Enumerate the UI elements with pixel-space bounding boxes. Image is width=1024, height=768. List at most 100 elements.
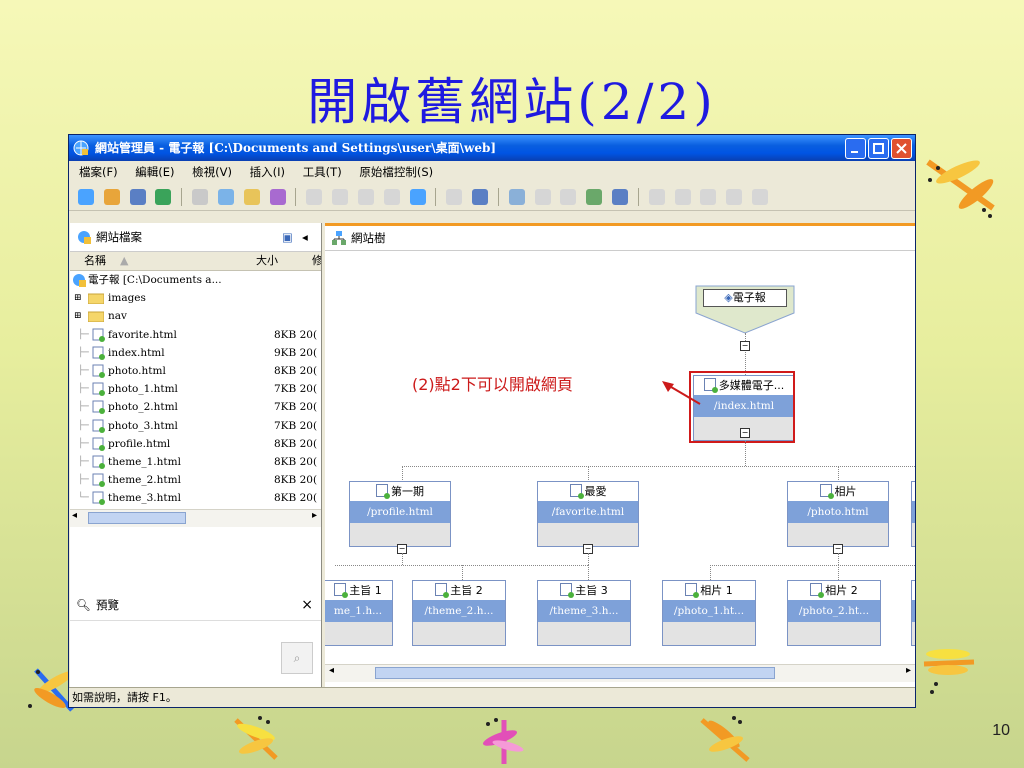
node-partial[interactable] (911, 580, 915, 646)
new-site-icon[interactable] (78, 189, 94, 205)
tree-view-icon[interactable] (534, 189, 551, 205)
file-size: 9KB 20( (274, 346, 318, 359)
expand-plus-icon[interactable]: ⊞ (74, 307, 82, 325)
find-icon[interactable] (446, 189, 463, 205)
menu-tools[interactable]: 工具(T) (303, 165, 342, 179)
list-item-file[interactable]: ├─ theme_2.html 8KB 20( (70, 471, 321, 489)
collapse-pane-icon[interactable]: ◂ (302, 223, 308, 251)
scroll-thumb[interactable] (88, 512, 186, 524)
list-item-file[interactable]: ├─ photo_3.html 7KB 20( (70, 417, 321, 435)
menu-view[interactable]: 檢視(V) (192, 165, 232, 179)
stop-icon[interactable] (332, 189, 349, 205)
menu-file[interactable]: 檔案(F) (79, 165, 118, 179)
html-file-icon (92, 382, 105, 397)
node-partial[interactable] (911, 481, 915, 547)
scroll-left-icon[interactable]: ◂ (329, 665, 334, 676)
hierarchy-icon[interactable] (586, 189, 603, 205)
tree-line: ├─ (78, 402, 89, 413)
publish-icon[interactable] (155, 189, 172, 205)
refresh-icon[interactable] (409, 189, 426, 205)
node-photo-1[interactable]: 相片 1 /photo_1.ht... (662, 580, 756, 646)
file-size: 8KB 20( (274, 455, 318, 468)
list-item-file[interactable]: └─ theme_3.html 8KB 20( (70, 489, 321, 507)
site-files-icon (78, 231, 91, 244)
sync-icon[interactable] (383, 189, 400, 205)
node-theme-2[interactable]: 主旨 2 /theme_2.h... (412, 580, 506, 646)
node-photo-2[interactable]: 相片 2 /photo_2.ht... (787, 580, 881, 646)
new-file-icon[interactable] (192, 189, 209, 205)
expand-icon[interactable] (560, 189, 577, 205)
column-size[interactable]: 大小 (256, 252, 278, 270)
column-modified[interactable]: 修 (312, 252, 321, 270)
list-item-folder[interactable]: ⊞ images (70, 289, 321, 307)
file-size: 7KB 20( (274, 401, 318, 414)
scroll-right-icon[interactable]: ▸ (312, 510, 317, 521)
new-folder-icon[interactable] (243, 189, 260, 205)
list-item-file[interactable]: ├─ photo_1.html 7KB 20( (70, 380, 321, 398)
put-icon[interactable] (726, 189, 743, 205)
root-node[interactable]: ◈電子報 (695, 285, 795, 334)
wizard-icon[interactable] (269, 189, 286, 205)
node-url: /photo_2.ht... (788, 600, 880, 622)
site-tree-title: 網站樹 (351, 231, 386, 245)
monitor-icon[interactable] (472, 189, 489, 205)
node-theme-1[interactable]: 主旨 1 me_1.h... (325, 580, 393, 646)
check-in-icon[interactable] (648, 189, 665, 205)
save-icon[interactable] (129, 189, 146, 205)
toolbar-separator (181, 188, 183, 206)
tree-line: ├─ (78, 384, 89, 395)
list-item-root[interactable]: 電子報 [C:\Documents a... (70, 271, 321, 289)
compare-icon[interactable] (752, 189, 769, 205)
reload-icon[interactable] (357, 189, 374, 205)
preview-close-button[interactable]: × (301, 590, 313, 620)
new-page-icon[interactable] (217, 189, 234, 205)
site-tree-header: 網站樹 (325, 223, 915, 251)
left-horizontal-scrollbar[interactable]: ◂ ▸ (70, 509, 321, 527)
list-item-file[interactable]: ├─ photo.html 8KB 20( (70, 362, 321, 380)
list-item-file[interactable]: ├─ favorite.html 8KB 20( (70, 326, 321, 344)
html-file-icon (92, 473, 105, 488)
tree-connector (838, 466, 839, 480)
site-map-icon[interactable] (508, 189, 525, 205)
right-horizontal-scrollbar[interactable]: ◂ ▸ (325, 664, 915, 682)
node-profile[interactable]: 第一期 /profile.html (349, 481, 451, 547)
window-titlebar[interactable]: 網站管理員 - 電子報 [C:\Documents and Settings\u… (69, 135, 915, 161)
expand-plus-icon[interactable]: ⊞ (74, 289, 82, 307)
open-site-icon[interactable] (103, 189, 120, 205)
dragonfly-icon (923, 649, 975, 694)
get-icon[interactable] (700, 189, 717, 205)
minimize-button[interactable] (845, 138, 866, 159)
node-photo[interactable]: 相片 /photo.html (787, 481, 889, 547)
check-out-icon[interactable] (674, 189, 691, 205)
annotation-text: (2)點2下可以開啟網頁 (412, 375, 573, 394)
scroll-left-icon[interactable]: ◂ (72, 510, 77, 521)
node-favorite[interactable]: 最愛 /favorite.html (537, 481, 639, 547)
columns-icon[interactable] (612, 189, 629, 205)
collapse-toggle-icon[interactable]: − (740, 428, 750, 438)
html-file-icon (92, 455, 105, 469)
maximize-button[interactable] (868, 138, 889, 159)
menu-insert[interactable]: 插入(I) (250, 165, 285, 179)
page-icon (810, 583, 825, 598)
preview-zoom-icon[interactable]: ⌕ (281, 642, 313, 674)
list-item-folder[interactable]: ⊞ nav (70, 307, 321, 325)
list-item-file[interactable]: ├─ theme_1.html 8KB 20( (70, 453, 321, 471)
menu-edit[interactable]: 編輯(E) (135, 165, 174, 179)
scroll-right-icon[interactable]: ▸ (906, 665, 911, 676)
menu-source-control[interactable]: 原始檔控制(S) (359, 165, 433, 179)
collapse-toggle-icon[interactable]: − (740, 341, 750, 351)
column-name[interactable]: 名稱 (84, 252, 106, 270)
scroll-thumb[interactable] (375, 667, 775, 679)
close-button[interactable] (891, 138, 912, 159)
html-file-icon (92, 437, 105, 451)
list-item-file[interactable]: ├─ index.html 9KB 20( (70, 344, 321, 362)
node-url: /profile.html (350, 501, 450, 523)
pane-options-icon[interactable]: ▣ (282, 223, 293, 251)
node-theme-3[interactable]: 主旨 3 /theme_3.h... (537, 580, 631, 646)
list-item-file[interactable]: ├─ photo_2.html 7KB 20( (70, 398, 321, 416)
file-size: 7KB 20( (274, 383, 318, 396)
node-url: /favorite.html (538, 501, 638, 523)
toolbar-separator (435, 188, 437, 206)
list-item-file[interactable]: ├─ profile.html 8KB 20( (70, 435, 321, 453)
link-icon[interactable] (306, 189, 323, 205)
